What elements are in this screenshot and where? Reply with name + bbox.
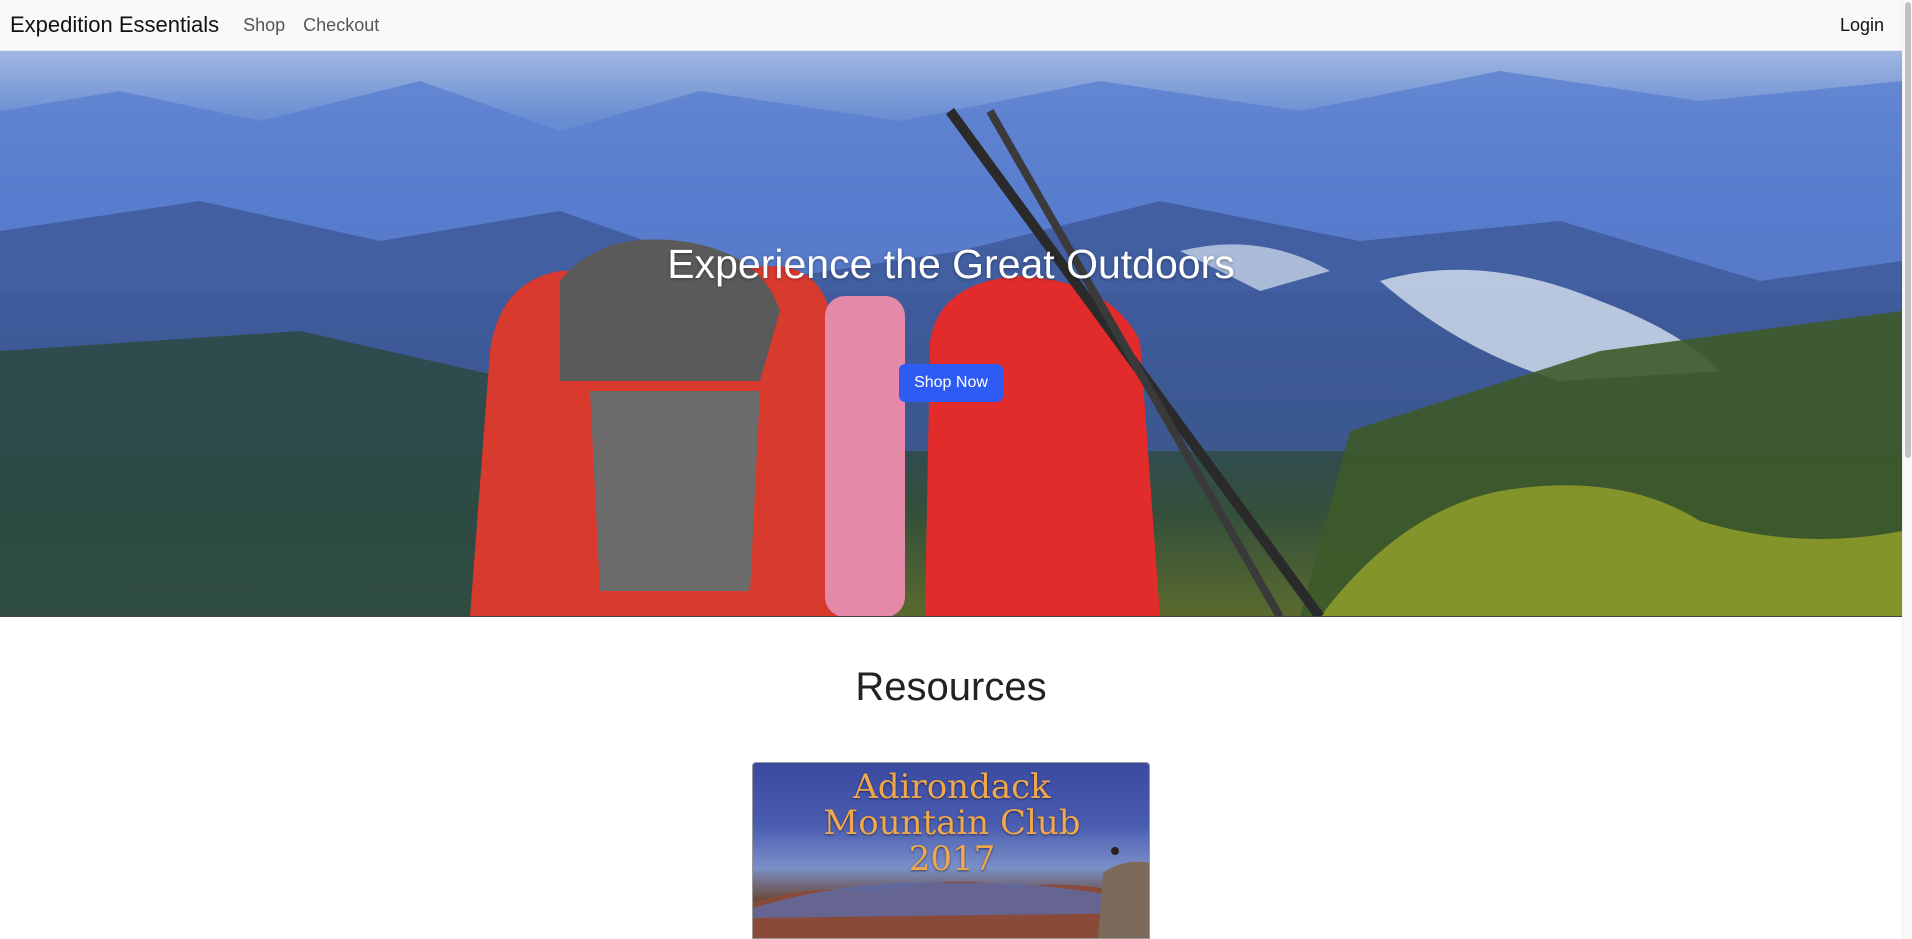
hero-title: Experience the Great Outdoors [667, 241, 1235, 287]
hero-banner: Experience the Great Outdoors Shop Now [0, 51, 1902, 617]
nav-link-shop[interactable]: Shop [243, 15, 285, 36]
hero-image [0, 71, 1902, 616]
nav-link-checkout[interactable]: Checkout [303, 15, 379, 36]
login-link[interactable]: Login [1840, 15, 1884, 36]
backpack-left-pocket [590, 391, 760, 591]
shop-now-button[interactable]: Shop Now [899, 364, 1003, 402]
card-title-line-1: Adirondack [853, 767, 1051, 807]
resources-heading: Resources [855, 665, 1047, 709]
card-title-line-2: Mountain Club [823, 803, 1081, 843]
navbar: Expedition Essentials Shop Checkout Logi… [0, 0, 1902, 51]
scrollbar-thumb[interactable] [1905, 2, 1911, 458]
page-scrollbar[interactable] [1902, 0, 1912, 939]
resource-card[interactable]: Adirondack Mountain Club 2017 [752, 762, 1150, 939]
sleeping-mat [825, 296, 905, 616]
backpack-right [925, 276, 1160, 616]
brand-link[interactable]: Expedition Essentials [10, 12, 219, 38]
card-title-line-3: 2017 [908, 839, 996, 879]
resource-card-title: Adirondack Mountain Club 2017 [753, 767, 1149, 879]
forest-left [0, 331, 520, 616]
